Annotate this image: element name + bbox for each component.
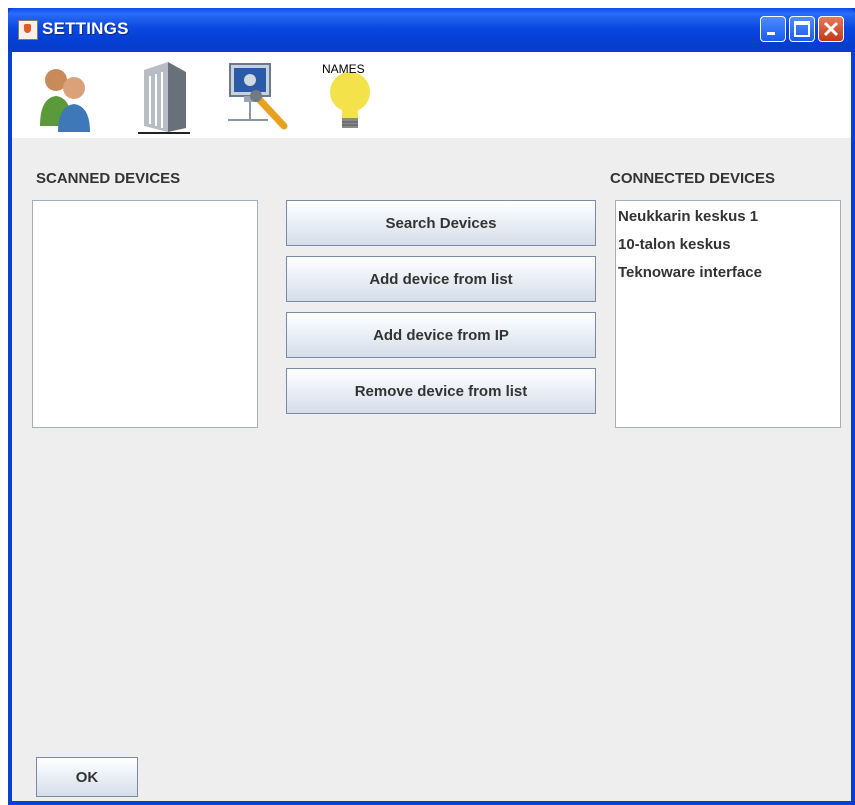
names-label: NAMES (322, 62, 365, 76)
list-item[interactable]: Neukkarin keskus 1 (616, 203, 840, 231)
users-tool[interactable] (28, 56, 104, 134)
settings-window: SETTINGS NAMES SCANNED DEVICES Search De… (8, 8, 855, 805)
maximize-button[interactable] (789, 16, 815, 42)
list-item[interactable]: 10-talon keskus (616, 231, 840, 259)
ok-button[interactable]: OK (36, 757, 138, 797)
building-icon (138, 62, 190, 134)
connected-devices-list[interactable]: Neukkarin keskus 1 10-talon keskus Tekno… (615, 200, 841, 428)
maximize-icon (794, 21, 810, 37)
toolbar: NAMES (12, 52, 851, 138)
scanned-devices-list[interactable] (32, 200, 258, 428)
connected-devices-label: CONNECTED DEVICES (610, 170, 776, 187)
names-tool[interactable]: NAMES (312, 56, 388, 134)
window-title: SETTINGS (42, 19, 129, 38)
add-device-from-ip-button[interactable]: Add device from IP (286, 312, 596, 358)
close-button[interactable] (818, 16, 844, 42)
remove-device-from-list-button[interactable]: Remove device from list (286, 368, 596, 414)
add-device-from-list-button[interactable]: Add device from list (286, 256, 596, 302)
scanned-devices-label: SCANNED DEVICES (36, 170, 181, 187)
network-settings-icon (228, 63, 288, 130)
list-item[interactable]: Teknoware interface (616, 259, 840, 287)
close-icon (823, 21, 839, 37)
minimize-icon (767, 32, 775, 35)
search-devices-button[interactable]: Search Devices (286, 200, 596, 246)
network-settings-tool[interactable] (220, 56, 296, 134)
users-icon (40, 69, 90, 132)
client-area: NAMES SCANNED DEVICES Search Devices Add… (12, 52, 851, 801)
java-cup-icon (18, 20, 38, 40)
title-bar[interactable]: SETTINGS (8, 8, 855, 52)
building-tool[interactable] (130, 56, 206, 134)
minimize-button[interactable] (760, 16, 786, 42)
